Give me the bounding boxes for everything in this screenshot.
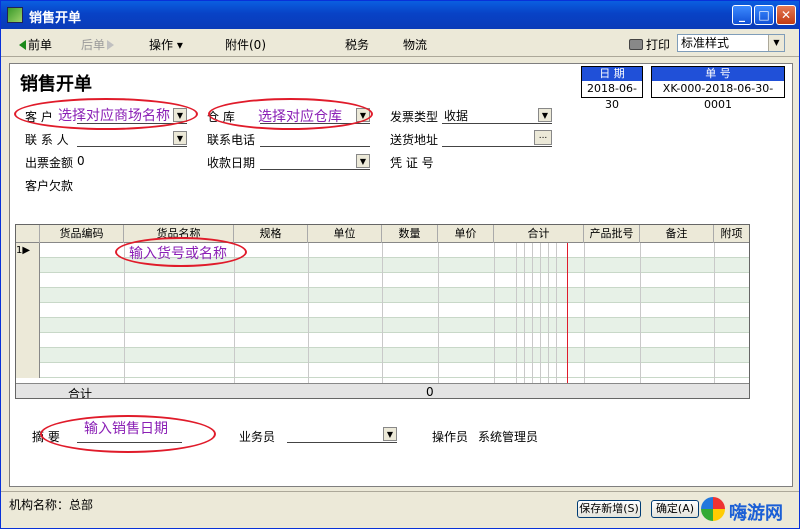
window-title: 销售开单 bbox=[29, 11, 82, 26]
salesperson-field[interactable]: ▼ bbox=[287, 426, 397, 443]
chevron-down-icon[interactable]: ▼ bbox=[383, 427, 397, 441]
number-box: 单 号 XK-000-2018-06-30-0001 bbox=[651, 66, 785, 111]
form-panel: 销售开单 日 期 2018-06-30 单 号 XK-000-2018-06-3… bbox=[9, 63, 793, 487]
left-arrow-icon bbox=[19, 40, 26, 50]
payment-date-field[interactable]: ▼ bbox=[260, 153, 370, 170]
attachments-button[interactable]: 附件(0) bbox=[225, 36, 266, 53]
contact-label: 联 系 人 bbox=[25, 133, 69, 147]
col-remark[interactable]: 备注 bbox=[640, 225, 714, 243]
col-batch[interactable]: 产品批号 bbox=[584, 225, 640, 243]
invoice-amount-label: 出票金额 bbox=[25, 156, 74, 170]
number-value: XK-000-2018-06-30-0001 bbox=[662, 82, 774, 111]
salesperson-label: 业务员 bbox=[239, 430, 276, 444]
row-marker: 1▶ bbox=[16, 243, 40, 258]
col-price[interactable]: 单价 bbox=[438, 225, 494, 243]
printer-icon bbox=[629, 39, 643, 50]
chevron-down-icon[interactable]: ▼ bbox=[173, 131, 187, 145]
delivery-address-field[interactable]: ... bbox=[442, 130, 552, 147]
invoice-type-field[interactable]: 收据 ▼ bbox=[442, 107, 552, 124]
number-header: 单 号 bbox=[652, 67, 784, 81]
close-button[interactable]: ✕ bbox=[776, 5, 796, 25]
chevron-down-icon[interactable]: ▼ bbox=[356, 154, 370, 168]
print-button[interactable]: 打印 bbox=[629, 36, 670, 53]
status-bar: 机构名称：总部 保存新增(S) 确定(A) 嗨游网 bbox=[1, 491, 799, 527]
app-icon bbox=[7, 7, 23, 23]
logo-icon bbox=[701, 497, 725, 521]
delivery-address-label: 送货地址 bbox=[390, 133, 439, 147]
org-name: 机构名称：总部 bbox=[9, 498, 94, 512]
chevron-down-icon: ▼ bbox=[768, 35, 784, 51]
logistics-button[interactable]: 物流 bbox=[403, 36, 427, 53]
voucher-no-label: 凭 证 号 bbox=[390, 156, 434, 170]
next-order-button[interactable]: 后单 bbox=[81, 36, 115, 53]
print-style-select[interactable]: 标准样式 ▼ bbox=[677, 34, 785, 52]
right-arrow-icon bbox=[107, 40, 115, 50]
goods-annotation-text: 输入货号或名称 bbox=[129, 246, 227, 262]
col-goods-code[interactable]: 货品编码 bbox=[40, 225, 124, 243]
chevron-down-icon: ▾ bbox=[176, 38, 183, 52]
customer-annotation-text: 选择对应商场名称 bbox=[58, 108, 170, 124]
phone-field[interactable] bbox=[260, 130, 370, 147]
col-quantity[interactable]: 数量 bbox=[382, 225, 438, 243]
col-spec[interactable]: 规格 bbox=[234, 225, 308, 243]
payment-date-label: 收款日期 bbox=[207, 156, 256, 170]
maximize-button[interactable]: □ bbox=[754, 5, 774, 25]
decimal-divider bbox=[567, 243, 568, 398]
save-new-button[interactable]: 保存新增(S) bbox=[577, 500, 641, 518]
col-total[interactable]: 合计 bbox=[494, 225, 584, 243]
warehouse-annotation-text: 选择对应仓库 bbox=[258, 109, 342, 125]
total-label: 合计 bbox=[68, 387, 93, 399]
invoice-amount-value: 0 bbox=[77, 154, 85, 168]
sales-order-window: 销售开单 _ □ ✕ 前单 后单 操作 ▾ 附件(0) 税务 物流 打印 标准样… bbox=[0, 0, 800, 529]
contact-field[interactable]: ▼ bbox=[77, 130, 187, 147]
toolbar: 前单 后单 操作 ▾ 附件(0) 税务 物流 打印 标准样式 ▼ bbox=[1, 29, 799, 57]
invoice-type-label: 发票类型 bbox=[390, 110, 439, 124]
actions-menu[interactable]: 操作 ▾ bbox=[149, 36, 183, 53]
title-bar: 销售开单 _ □ ✕ bbox=[1, 1, 799, 29]
prev-order-button[interactable]: 前单 bbox=[19, 36, 52, 53]
confirm-button[interactable]: 确定(A) bbox=[651, 500, 699, 518]
minimize-button[interactable]: _ bbox=[732, 5, 752, 25]
total-quantity: 0 bbox=[426, 385, 434, 399]
date-box: 日 期 2018-06-30 bbox=[581, 66, 643, 111]
grid-header: 货品编码 货品名称 规格 单位 数量 单价 合计 产品批号 备注 附项 bbox=[16, 225, 749, 243]
col-extra[interactable]: 附项 bbox=[714, 225, 749, 243]
operator-label: 操作员 bbox=[432, 430, 469, 444]
date-value[interactable]: 2018-06-30 bbox=[582, 81, 642, 111]
more-icon[interactable]: ... bbox=[534, 130, 552, 145]
site-logo: 嗨游网 bbox=[701, 496, 797, 524]
col-unit[interactable]: 单位 bbox=[308, 225, 382, 243]
date-annotation-text: 输入销售日期 bbox=[84, 421, 168, 437]
form-title: 销售开单 bbox=[20, 74, 92, 95]
date-header: 日 期 bbox=[582, 67, 642, 81]
phone-label: 联系电话 bbox=[207, 133, 256, 147]
customer-debt-label: 客户欠款 bbox=[25, 179, 74, 193]
chevron-down-icon[interactable]: ▼ bbox=[538, 108, 552, 122]
operator-value: 系统管理员 bbox=[478, 430, 539, 444]
tax-button[interactable]: 税务 bbox=[345, 36, 369, 53]
grid-total-row: 合计 0 bbox=[16, 383, 749, 399]
